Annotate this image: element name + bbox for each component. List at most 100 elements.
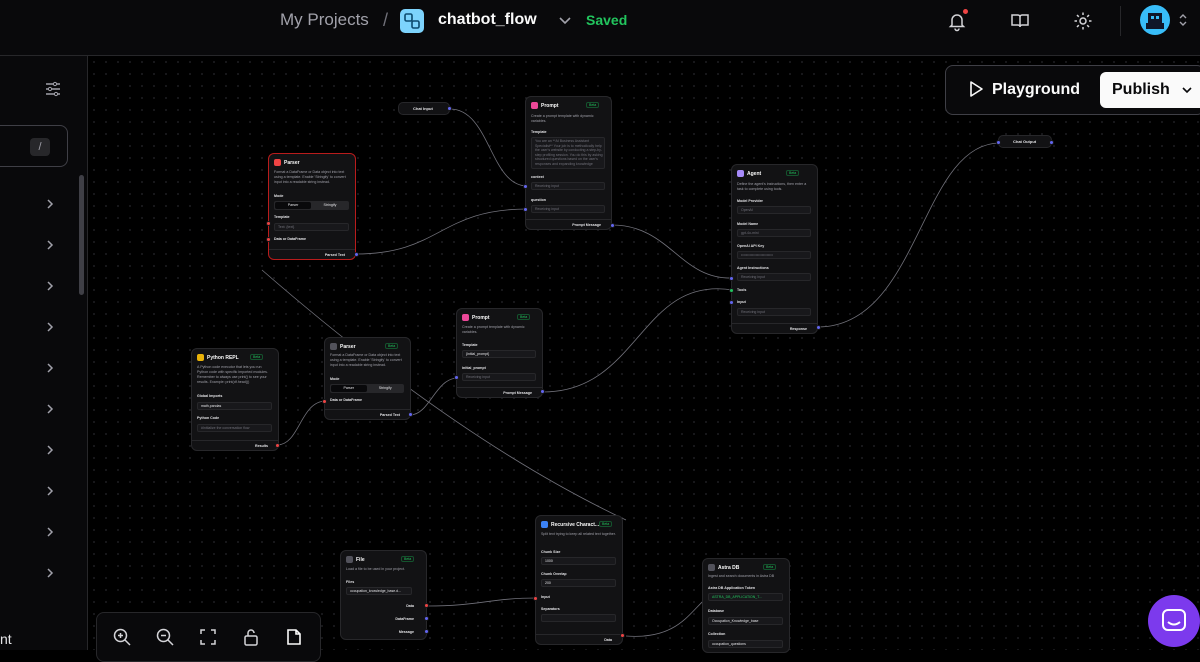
output-port[interactable] bbox=[424, 629, 429, 634]
mode-option-parser[interactable]: Parser bbox=[331, 385, 367, 392]
variable-field[interactable]: Receiving input bbox=[462, 373, 536, 381]
output-port[interactable] bbox=[447, 106, 452, 111]
beta-badge: Beta bbox=[385, 343, 399, 349]
output-port[interactable] bbox=[424, 603, 429, 608]
input-port[interactable] bbox=[996, 140, 1001, 145]
node-prompt[interactable]: Prompt Beta Create a prompt template wit… bbox=[525, 96, 612, 230]
input-port[interactable] bbox=[533, 596, 538, 601]
lock-icon[interactable] bbox=[241, 627, 261, 647]
node-header: Prompt bbox=[531, 102, 559, 109]
avatar[interactable] bbox=[1140, 5, 1170, 35]
node-chat-output[interactable]: Chat Output bbox=[998, 135, 1052, 148]
output-port[interactable] bbox=[620, 633, 625, 638]
gear-icon[interactable] bbox=[1072, 10, 1094, 32]
input-port[interactable] bbox=[266, 221, 271, 226]
breadcrumb-my-projects[interactable]: My Projects bbox=[280, 10, 369, 30]
output-port[interactable] bbox=[275, 443, 280, 448]
zoom-out-icon[interactable] bbox=[155, 627, 175, 647]
template-field[interactable]: Text: {text} bbox=[274, 223, 349, 231]
node-astra-db[interactable]: Astra DB Beta Ingest and search document… bbox=[702, 558, 790, 653]
output-port[interactable] bbox=[610, 223, 615, 228]
separators-field[interactable] bbox=[541, 614, 616, 622]
node-title: Prompt bbox=[472, 314, 490, 321]
output-port[interactable] bbox=[354, 252, 359, 257]
model-select[interactable]: gpt-4o-mini bbox=[737, 229, 811, 237]
mode-option-parser[interactable]: Parser bbox=[275, 202, 311, 209]
filter-icon[interactable] bbox=[44, 80, 62, 98]
chevron-right-icon[interactable] bbox=[43, 320, 57, 334]
output-port[interactable] bbox=[816, 325, 821, 330]
flow-name[interactable]: chatbot_flow bbox=[438, 11, 537, 29]
mode-toggle[interactable]: Parser Stringify bbox=[274, 201, 349, 210]
node-header: Recursive Charact... bbox=[541, 521, 599, 528]
node-agent[interactable]: Agent Beta Define the agent's instructio… bbox=[731, 164, 818, 334]
node-parser[interactable]: Parser Beta Format a DataFrame or Data o… bbox=[324, 337, 411, 420]
provider-select[interactable]: OpenAI bbox=[737, 206, 811, 214]
node-python-repl[interactable]: Python REPL Beta A Python code executor … bbox=[191, 348, 279, 451]
code-field[interactable]: #Initialize the conversation flow bbox=[197, 424, 272, 432]
output-label: Prompt Message bbox=[503, 391, 532, 395]
input-port[interactable] bbox=[523, 207, 528, 212]
chevron-right-icon[interactable] bbox=[43, 566, 57, 580]
node-description: Format a DataFrame or Data object into t… bbox=[330, 353, 402, 367]
input-port[interactable] bbox=[729, 276, 734, 281]
chevron-right-icon[interactable] bbox=[43, 279, 57, 293]
instructions-label: Agent Instructions bbox=[737, 266, 769, 270]
mode-toggle[interactable]: Parser Stringify bbox=[330, 384, 404, 393]
node-description: Format a DataFrame or Data object into t… bbox=[274, 170, 346, 184]
input-label: Input bbox=[737, 300, 746, 304]
template-field[interactable]: {initial_prompt} bbox=[462, 350, 536, 358]
api-key-field[interactable]: •••••••••••••••••••••••••• bbox=[737, 251, 811, 259]
input-port[interactable] bbox=[266, 237, 271, 242]
zoom-in-icon[interactable] bbox=[112, 627, 132, 647]
node-file[interactable]: File Beta Load a file to be used in your… bbox=[340, 550, 427, 640]
chevron-right-icon[interactable] bbox=[43, 402, 57, 416]
chevron-right-icon[interactable] bbox=[43, 525, 57, 539]
imports-field[interactable]: math,pandas bbox=[197, 402, 272, 410]
context-field[interactable]: Receiving input bbox=[531, 182, 605, 190]
node-prompt[interactable]: Prompt Beta Create a prompt template wit… bbox=[456, 308, 543, 398]
note-icon[interactable] bbox=[284, 627, 304, 647]
output-port[interactable] bbox=[424, 616, 429, 621]
files-field[interactable]: occupation_knowledge_base.d... bbox=[346, 587, 412, 595]
chevron-right-icon[interactable] bbox=[43, 197, 57, 211]
node-text-splitter[interactable]: Recursive Charact... Beta Split text try… bbox=[535, 515, 623, 645]
book-icon[interactable] bbox=[1009, 10, 1031, 32]
node-chat-input[interactable]: Chat Input bbox=[398, 102, 450, 115]
mode-option-stringify[interactable]: Stringify bbox=[312, 202, 348, 209]
instructions-field[interactable]: Receiving input bbox=[737, 273, 811, 281]
chevron-right-icon[interactable] bbox=[43, 484, 57, 498]
question-field[interactable]: Receiving input bbox=[531, 205, 605, 213]
overlap-field[interactable]: 200 bbox=[541, 579, 616, 587]
node-parser[interactable]: Parser Format a DataFrame or Data object… bbox=[268, 153, 356, 260]
chevron-right-icon[interactable] bbox=[43, 361, 57, 375]
output-port[interactable] bbox=[540, 389, 545, 394]
chat-widget-button[interactable] bbox=[1148, 595, 1200, 647]
fit-view-icon[interactable] bbox=[198, 627, 218, 647]
publish-button[interactable]: Publish bbox=[1100, 72, 1200, 108]
model-label: Model Name bbox=[737, 222, 759, 226]
sidebar-scrollbar[interactable] bbox=[79, 175, 84, 295]
input-port[interactable] bbox=[729, 300, 734, 305]
save-status: Saved bbox=[586, 12, 628, 28]
mode-option-stringify[interactable]: Stringify bbox=[367, 385, 403, 392]
input-port[interactable] bbox=[322, 399, 327, 404]
token-field[interactable]: ASTRA_DB_APPLICATION_T... bbox=[708, 593, 783, 601]
chevron-right-icon[interactable] bbox=[43, 238, 57, 252]
chevron-right-icon[interactable] bbox=[43, 443, 57, 457]
output-port[interactable] bbox=[408, 412, 413, 417]
output-port[interactable] bbox=[1049, 140, 1054, 145]
chevron-down-icon[interactable] bbox=[556, 11, 574, 29]
chunk-size-field[interactable]: 1000 bbox=[541, 557, 616, 565]
template-label: Template bbox=[531, 130, 547, 134]
database-select[interactable]: Occupation_Knowledge_base bbox=[708, 617, 783, 625]
node-title: Agent bbox=[747, 170, 762, 177]
chevron-updown-icon[interactable] bbox=[1176, 12, 1190, 28]
tools-port[interactable] bbox=[729, 288, 734, 293]
input-field[interactable]: Receiving input bbox=[737, 308, 811, 316]
input-port[interactable] bbox=[523, 184, 528, 189]
collection-select[interactable]: occupation_questions bbox=[708, 640, 783, 648]
input-port[interactable] bbox=[454, 375, 459, 380]
template-field[interactable]: You are an **AI Business Assistant Speci… bbox=[531, 137, 605, 169]
sidebar-bottom-label[interactable]: nt bbox=[0, 631, 12, 647]
